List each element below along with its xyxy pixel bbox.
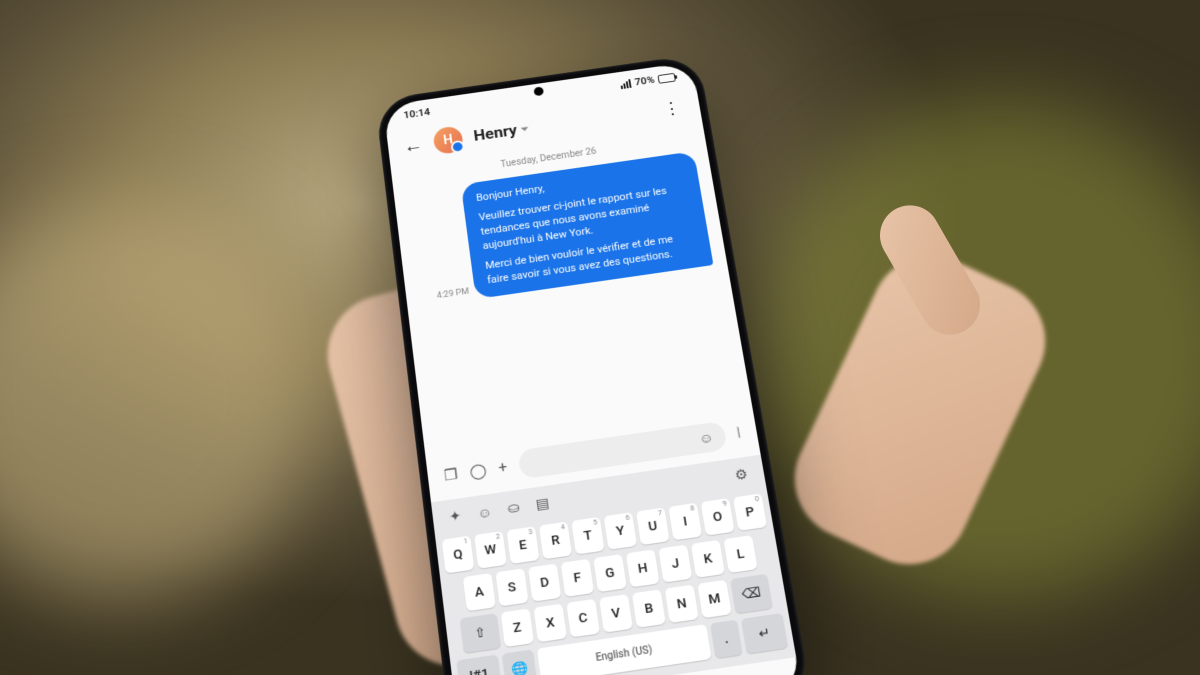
battery-percent: 70% <box>634 74 655 88</box>
shift-key[interactable]: ⇧ <box>460 613 501 653</box>
contact-avatar[interactable]: H <box>432 125 464 155</box>
key-e[interactable]: 3E <box>507 526 540 564</box>
key-b[interactable]: B <box>632 589 666 628</box>
settings-icon[interactable]: ⚙ <box>734 467 749 485</box>
key-f[interactable]: F <box>561 559 594 597</box>
chevron-down-icon: ⏷ <box>520 124 529 135</box>
signal-icon <box>620 79 632 89</box>
key-o[interactable]: 9O <box>701 498 735 536</box>
key-t[interactable]: 5T <box>571 517 604 555</box>
key-h[interactable]: H <box>626 549 660 587</box>
key-z[interactable]: Z <box>501 608 534 647</box>
key-w[interactable]: 2W <box>474 531 507 569</box>
backspace-key[interactable]: ⌫ <box>730 574 773 614</box>
back-button[interactable]: ← <box>402 133 424 157</box>
key-q[interactable]: 1Q <box>442 536 475 574</box>
language-key[interactable]: 🌐 <box>502 649 538 675</box>
voice-input-icon[interactable]: ⦚ <box>736 424 742 442</box>
key-v[interactable]: V <box>599 594 633 633</box>
translate-icon[interactable]: ⛀ <box>507 500 521 518</box>
key-i[interactable]: 8I <box>668 503 702 541</box>
key-u[interactable]: 7U <box>636 508 670 546</box>
key-s[interactable]: S <box>495 568 528 606</box>
key-n[interactable]: N <box>665 585 699 624</box>
contact-name: Henry <box>473 122 519 145</box>
key-c[interactable]: C <box>566 599 600 638</box>
phone-screen: 10:14 70% ← H Henry <box>383 62 802 675</box>
key-k[interactable]: K <box>691 540 725 578</box>
key-a[interactable]: A <box>463 573 496 611</box>
key-r[interactable]: 4R <box>539 522 572 560</box>
key-x[interactable]: X <box>533 604 567 643</box>
more-options-button[interactable]: ⋮ <box>658 97 686 119</box>
clipboard-icon[interactable]: ▤ <box>535 495 551 514</box>
battery-icon <box>657 72 675 83</box>
key-g[interactable]: G <box>593 554 627 592</box>
enter-key[interactable]: ↵ <box>741 613 788 654</box>
key-l[interactable]: L <box>723 535 757 573</box>
gallery-icon[interactable]: ❐ <box>443 465 459 484</box>
key-y[interactable]: 6Y <box>604 512 637 550</box>
sent-message-bubble[interactable]: Bonjour Henry, Veuillez trouver ci-joint… <box>461 151 714 299</box>
add-icon[interactable]: + <box>497 458 508 477</box>
message-timestamp: 4:29 PM <box>436 287 470 304</box>
status-time: 10:14 <box>403 106 431 121</box>
key-p[interactable]: 0P <box>733 493 767 531</box>
ai-icon[interactable]: ✦ <box>448 508 462 526</box>
key-j[interactable]: J <box>658 545 692 583</box>
key-m[interactable]: M <box>697 580 731 619</box>
emoji-icon[interactable]: ☺ <box>698 429 715 447</box>
key-d[interactable]: D <box>528 564 561 602</box>
period-key[interactable]: . <box>710 620 743 659</box>
conversation-area[interactable]: Tuesday, December 26 4:29 PM Bonjour Hen… <box>391 128 752 455</box>
symbols-key[interactable]: !#1 <box>456 654 502 675</box>
active-indicator-icon <box>450 140 465 154</box>
emoji-toolbar-icon[interactable]: ☺ <box>476 504 493 523</box>
camera-icon[interactable]: ◯ <box>469 461 488 481</box>
phone-frame: 10:14 70% ← H Henry <box>375 54 812 675</box>
